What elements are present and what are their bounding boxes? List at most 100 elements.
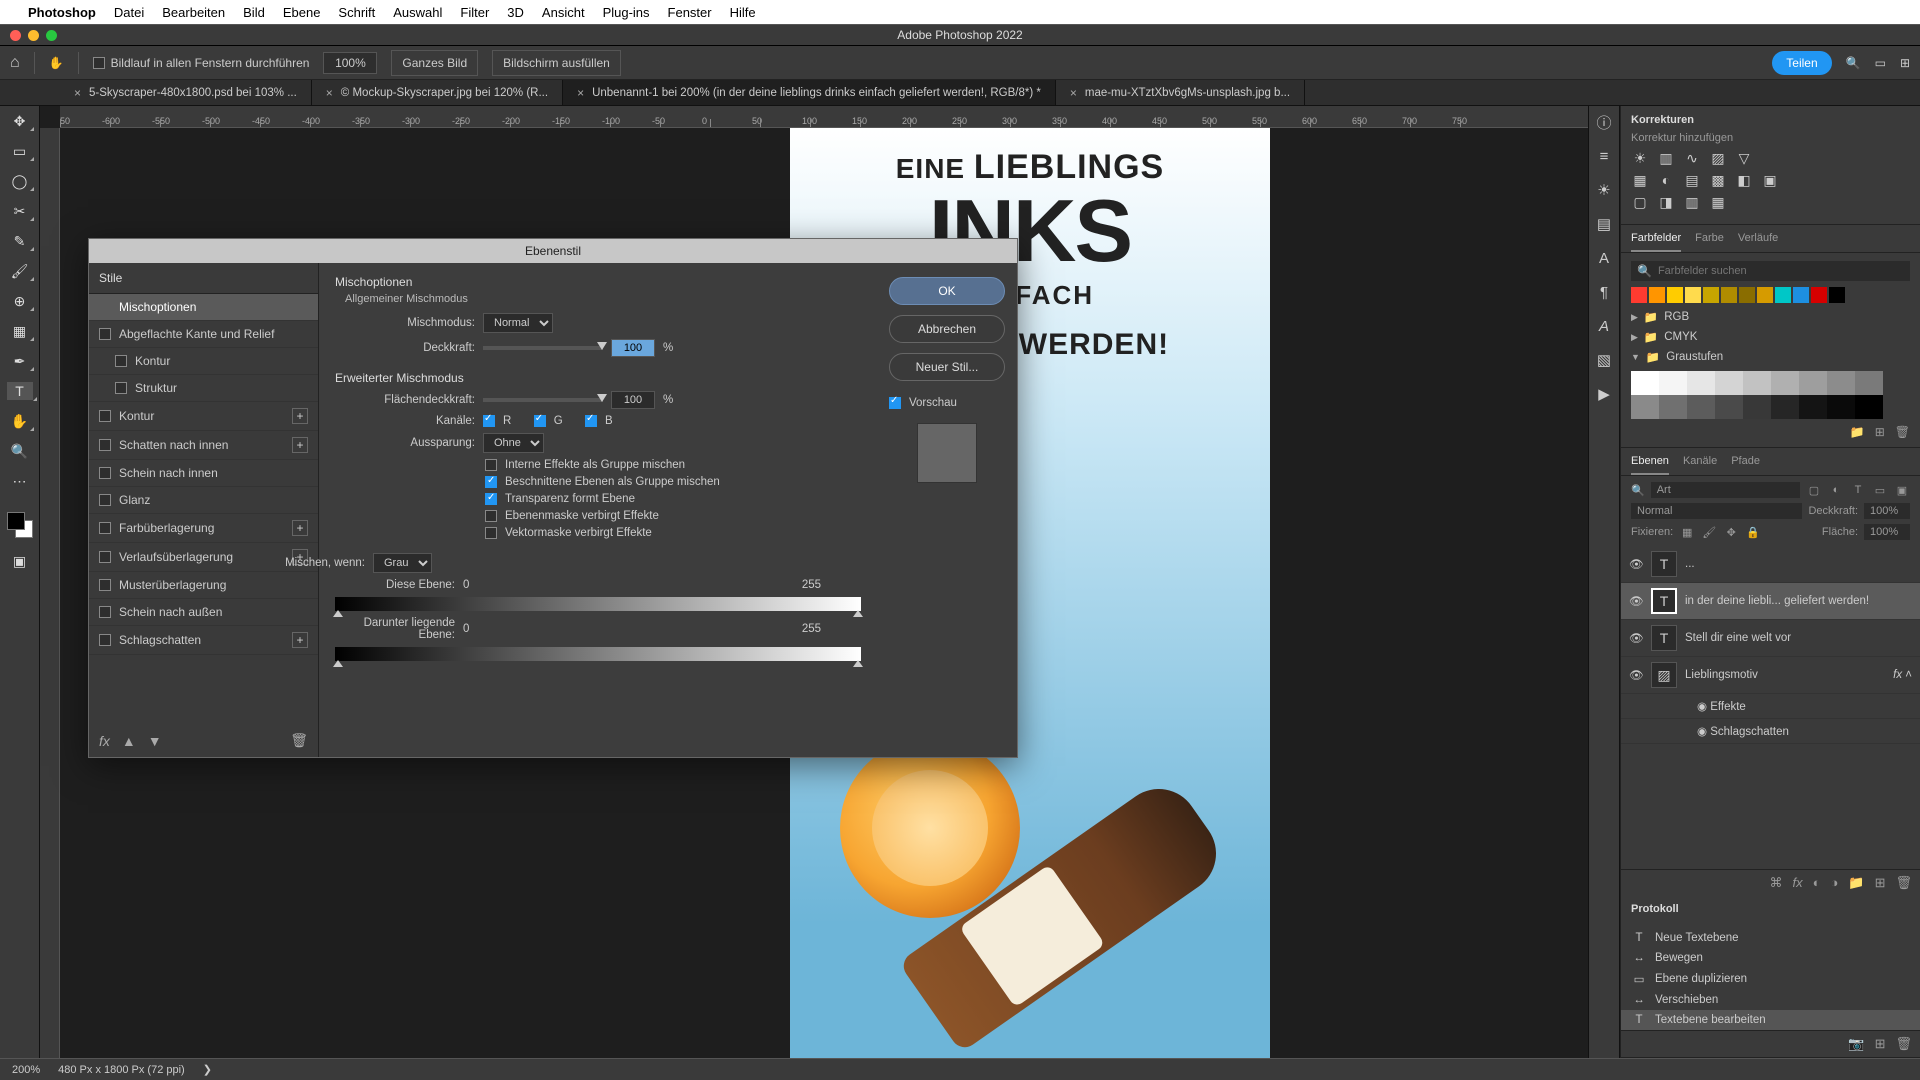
gray-swatch[interactable] [1715,395,1743,419]
color-swatch[interactable] [1793,287,1809,303]
color-swatch[interactable] [1721,287,1737,303]
snapshot-icon[interactable]: 📷 [1848,1036,1864,1052]
opacity-slider[interactable] [483,346,603,350]
color-tab[interactable]: Farbe [1695,232,1724,252]
menu-help[interactable]: Hilfe [730,5,756,20]
zoom-status[interactable]: 200% [12,1064,40,1076]
color-swatch[interactable] [1685,287,1701,303]
hand-tool[interactable]: ✋ [10,412,30,430]
gray-swatch[interactable] [1687,395,1715,419]
gray-swatch[interactable] [1631,395,1659,419]
fx-icon[interactable]: fx [99,733,110,749]
color-swatch[interactable] [1739,287,1755,303]
brightness-icon[interactable]: ☀ [1631,150,1649,166]
new-doc-icon[interactable]: ⊞ [1875,1036,1886,1052]
swatches-tab[interactable]: Farbfelder [1631,232,1681,252]
menu-layer[interactable]: Ebene [283,5,321,20]
style-option[interactable]: Glanz [89,487,318,514]
color-swatch[interactable] [1649,287,1665,303]
new-swatch-icon[interactable]: ⊞ [1875,425,1885,439]
menu-select[interactable]: Auswahl [393,5,442,20]
gradient-tool[interactable]: ▦ [10,322,30,340]
color-swatches[interactable] [5,510,35,540]
cmyk-folder[interactable]: ▶📁CMYK [1631,327,1910,347]
link-layers-icon[interactable]: ⌘ [1770,875,1783,891]
menu-view[interactable]: Ansicht [542,5,585,20]
more-tools[interactable]: ⋯ [10,472,30,490]
window-maximize[interactable] [46,30,57,41]
stamp-tool[interactable]: ⊕ [10,292,30,310]
paragraph-panel-icon[interactable]: ¶ [1596,284,1612,300]
arrange-icon[interactable]: ⊞ [1900,56,1910,70]
color-swatch[interactable] [1703,287,1719,303]
style-option[interactable]: Farbüberlagerung+ [89,514,318,543]
window-minimize[interactable] [28,30,39,41]
gray-swatch[interactable] [1827,371,1855,395]
search-icon[interactable]: 🔍 [1846,56,1861,70]
levels-icon[interactable]: ▥ [1657,150,1675,166]
new-folder-icon[interactable]: 📁 [1850,425,1865,439]
gray-swatch[interactable] [1743,371,1771,395]
brush-tool[interactable]: 🖌 [10,262,30,280]
transparency-shapes-checkbox[interactable] [485,493,497,505]
adj-icon[interactable]: ◐ [1657,172,1675,188]
menu-file[interactable]: Datei [114,5,144,20]
color-swatch[interactable] [1631,287,1647,303]
color-swatch[interactable] [1811,287,1827,303]
color-swatch[interactable] [1757,287,1773,303]
preview-checkbox[interactable]: ✓ [889,397,901,409]
cancel-button[interactable]: Abbrechen [889,315,1005,343]
adj-icon[interactable]: ▣ [1761,172,1779,188]
new-adjustment-icon[interactable]: ◑ [1831,875,1839,891]
move-up-icon[interactable]: ▲ [122,733,136,749]
layer-fill-input[interactable]: 100% [1864,524,1910,540]
trash-icon[interactable]: 🗑 [290,732,308,749]
play-panel-icon[interactable]: ▶ [1596,386,1612,402]
menu-filter[interactable]: Filter [460,5,489,20]
menu-plugins[interactable]: Plug-ins [603,5,650,20]
crop-tool[interactable]: ✂ [10,202,30,220]
adj-icon[interactable]: ◨ [1657,194,1675,210]
history-state[interactable]: ↔Verschieben [1621,990,1920,1010]
gray-swatch[interactable] [1855,395,1883,419]
visibility-icon[interactable]: 👁 [1629,557,1643,571]
opacity-input[interactable]: 100 [611,339,655,357]
lock-pos-icon[interactable]: ✥ [1723,526,1739,539]
color-swatch[interactable] [1775,287,1791,303]
menu-edit[interactable]: Bearbeiten [162,5,225,20]
style-option[interactable]: Musterüberlagerung [89,572,318,599]
layers-tab[interactable]: Ebenen [1631,455,1669,475]
lock-paint-icon[interactable]: 🖌 [1701,526,1717,539]
new-layer-icon[interactable]: ⊞ [1875,875,1886,891]
gray-swatch[interactable] [1687,371,1715,395]
channel-r-checkbox[interactable]: ✓ [483,415,495,427]
layer-item[interactable]: ◉ Effekte [1621,694,1920,719]
filter-img-icon[interactable]: ▢ [1806,484,1822,497]
style-option[interactable]: Schein nach außen [89,599,318,626]
layer-item[interactable]: 👁▨Lieblingsmotivfx ˄ [1621,657,1920,694]
gray-swatch[interactable] [1855,371,1883,395]
internal-fx-checkbox[interactable] [485,459,497,471]
libraries-panel-icon[interactable]: ▤ [1596,216,1612,232]
visibility-icon[interactable]: 👁 [1629,631,1643,645]
trash-icon[interactable]: 🗑 [1895,425,1910,439]
document-tab[interactable]: ×5-Skyscraper-480x1800.psd bei 103% ... [60,80,312,105]
type-tool[interactable]: T [7,382,33,400]
scroll-all-checkbox[interactable]: Bildlauf in allen Fenstern durchführen [93,56,310,70]
document-tab[interactable]: ×© Mockup-Skyscraper.jpg bei 120% (R... [312,80,563,105]
rgb-folder[interactable]: ▶📁RGB [1631,307,1910,327]
delete-state-icon[interactable]: 🗑 [1895,1036,1912,1052]
adj-icon[interactable]: ▦ [1631,172,1649,188]
exposure-icon[interactable]: ▨ [1709,150,1727,166]
move-tool[interactable]: ✥ [10,112,30,130]
style-option[interactable]: Mischoptionen [89,294,318,321]
filter-shape-icon[interactable]: ▭ [1872,484,1888,497]
layer-mask-icon[interactable]: ◐ [1813,875,1821,891]
blendif-select[interactable]: Grau [373,553,432,573]
eyedropper-tool[interactable]: ✎ [10,232,30,250]
status-more-icon[interactable]: ❯ [203,1063,212,1076]
filter-adj-icon[interactable]: ◐ [1828,484,1844,496]
layer-item[interactable]: 👁T... [1621,546,1920,583]
menu-window[interactable]: Fenster [668,5,712,20]
style-option[interactable]: Schein nach innen [89,460,318,487]
